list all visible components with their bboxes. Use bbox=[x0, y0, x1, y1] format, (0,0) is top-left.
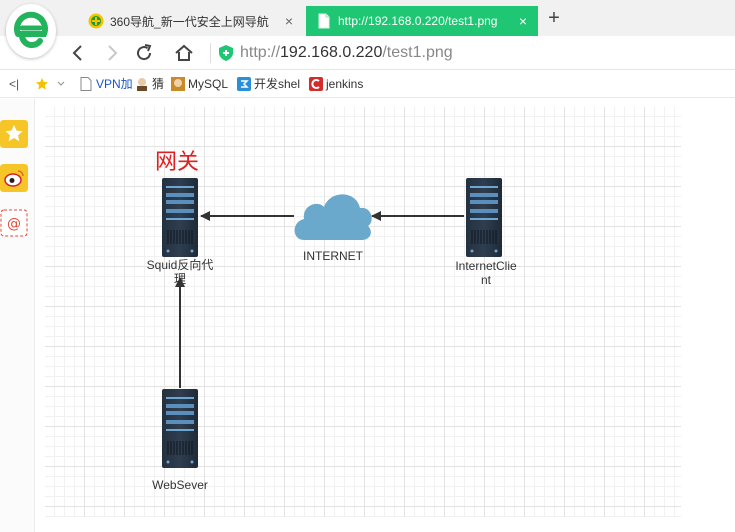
avatar-icon bbox=[137, 77, 147, 91]
bookmarks-bar: <| VPN加 猜 MySQL 开发shel jenkins bbox=[0, 70, 735, 98]
side-panel: @ bbox=[0, 99, 35, 532]
page-icon bbox=[318, 13, 330, 29]
browser-logo[interactable] bbox=[6, 4, 56, 58]
reload-icon[interactable] bbox=[132, 41, 156, 65]
web-server-label: WebSever bbox=[152, 478, 208, 492]
client-label-line2: nt bbox=[480, 273, 491, 287]
bookmark-label: MySQL bbox=[188, 76, 229, 91]
new-tab-button[interactable]: + bbox=[544, 8, 564, 30]
address-toolbar: http://192.168.0.220/test1.png bbox=[0, 36, 735, 70]
app-icon bbox=[237, 76, 251, 91]
bookmark-label: 猜 bbox=[152, 77, 165, 91]
bookmark-guess[interactable]: 猜 bbox=[135, 74, 171, 94]
bookmark-mysql[interactable]: MySQL bbox=[171, 74, 237, 94]
favorites-star-icon[interactable] bbox=[0, 120, 28, 148]
squid-label-line1: Squid反向代 bbox=[146, 258, 214, 272]
tab-test1-png[interactable]: http://192.168.0.220/test1.png × bbox=[306, 6, 538, 36]
avatar-icon bbox=[171, 76, 185, 91]
tab-360-nav[interactable]: 360导航_新一代安全上网导航 × bbox=[78, 6, 304, 36]
c-logo-icon bbox=[309, 76, 323, 91]
security-shield-icon bbox=[219, 45, 233, 61]
home-icon[interactable] bbox=[172, 41, 196, 65]
url-host: 192.168.0.220 bbox=[280, 44, 383, 61]
tab-title: 360导航_新一代安全上网导航 bbox=[110, 14, 269, 29]
bookmark-dev-shell[interactable]: 开发shel bbox=[237, 74, 309, 94]
diagram-grid bbox=[45, 107, 681, 517]
squid-label-line2: 理 bbox=[173, 272, 186, 286]
tab-strip: 360导航_新一代安全上网导航 × http://192.168.0.220/t… bbox=[0, 0, 735, 36]
client-label-line1: InternetClie bbox=[455, 259, 517, 273]
diagram-title: 网关 bbox=[155, 150, 200, 175]
collapse-sidebar-icon[interactable]: <| bbox=[9, 74, 35, 94]
favorites-star-icon[interactable] bbox=[35, 74, 73, 94]
address-bar[interactable]: http://192.168.0.220/test1.png bbox=[240, 43, 453, 63]
internet-client-label: InternetClie nt bbox=[446, 259, 526, 287]
internet-label: INTERNET bbox=[303, 249, 363, 263]
bookmark-label: jenkins bbox=[326, 76, 364, 91]
bookmark-vpn[interactable]: VPN加 bbox=[79, 74, 135, 94]
360-browser-logo-icon bbox=[14, 11, 48, 49]
url-scheme: http:// bbox=[240, 44, 281, 61]
close-tab-icon[interactable]: × bbox=[516, 14, 530, 28]
email-icon[interactable]: @ bbox=[0, 209, 28, 237]
bookmark-label: 开发shel bbox=[254, 77, 301, 91]
tab-title: http://192.168.0.220/test1.png bbox=[338, 14, 498, 28]
svg-text:@: @ bbox=[7, 216, 21, 232]
close-tab-icon[interactable]: × bbox=[282, 14, 296, 28]
360-logo-icon bbox=[88, 13, 104, 29]
forward-arrow-icon[interactable] bbox=[100, 41, 124, 65]
squid-proxy-label: Squid反向代 理 bbox=[138, 258, 222, 286]
weibo-icon[interactable] bbox=[0, 164, 28, 192]
bookmark-label: VPN加 bbox=[96, 77, 133, 91]
back-arrow-icon[interactable] bbox=[66, 41, 90, 65]
bookmark-jenkins[interactable]: jenkins bbox=[309, 74, 371, 94]
page-icon bbox=[80, 76, 92, 91]
toolbar-divider bbox=[210, 43, 211, 63]
url-path: /test1.png bbox=[382, 44, 453, 61]
